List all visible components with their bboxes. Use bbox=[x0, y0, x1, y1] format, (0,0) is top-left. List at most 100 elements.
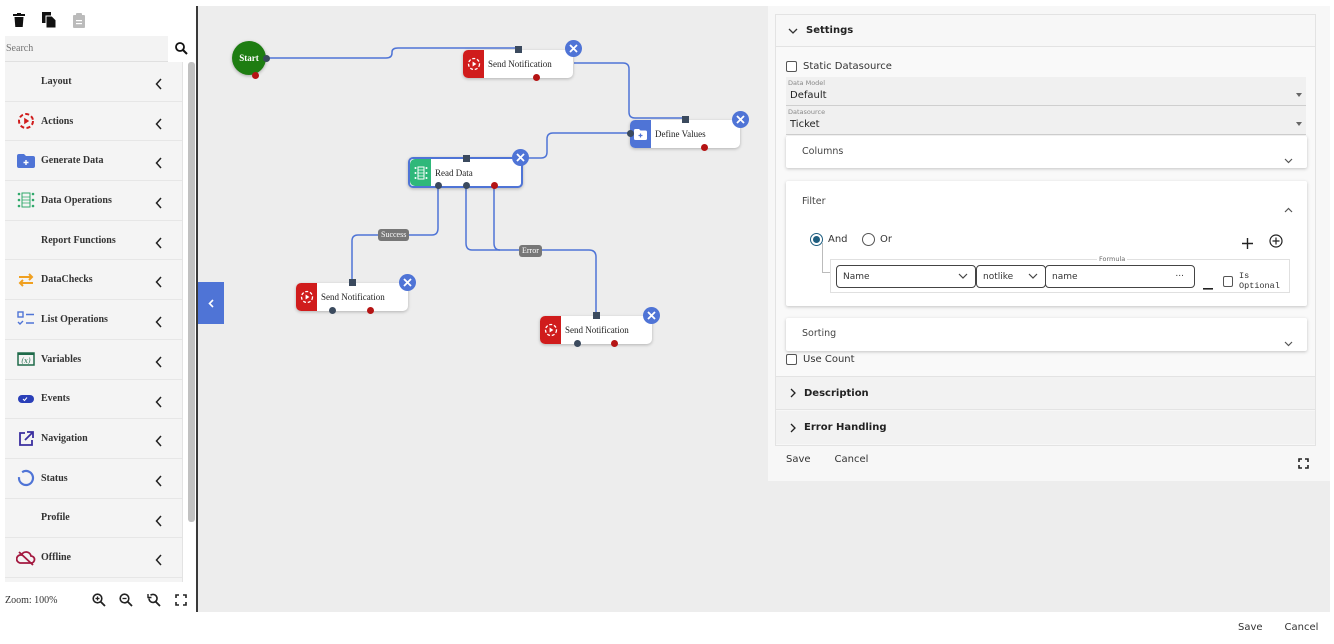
error-port[interactable] bbox=[611, 340, 618, 347]
category-offline[interactable]: Offline bbox=[5, 538, 182, 578]
category-label: Profile bbox=[41, 512, 70, 524]
zoom-in-icon[interactable] bbox=[85, 590, 112, 610]
category-datachecks[interactable]: DataChecks bbox=[5, 260, 182, 301]
chevron-up-icon[interactable] bbox=[1284, 198, 1293, 217]
node-send-notification-1[interactable]: Send Notification bbox=[463, 50, 573, 78]
use-count-checkbox[interactable]: Use Count bbox=[786, 354, 855, 365]
close-icon[interactable] bbox=[399, 274, 416, 291]
footer-cancel-button[interactable]: Cancel bbox=[1285, 622, 1319, 633]
category-navigation[interactable]: Navigation bbox=[5, 419, 182, 459]
columns-panel[interactable]: Columns bbox=[786, 136, 1307, 168]
panel-save-button[interactable]: Save bbox=[786, 454, 811, 465]
fit-to-screen-icon[interactable] bbox=[168, 590, 195, 610]
sorting-panel[interactable]: Sorting bbox=[786, 318, 1307, 351]
footer-save-button[interactable]: Save bbox=[1238, 622, 1263, 633]
node-define-values[interactable]: Define Values bbox=[630, 120, 740, 148]
palette-scrollbar[interactable] bbox=[188, 62, 195, 522]
chevron-left-icon[interactable] bbox=[155, 75, 162, 94]
chevron-left-icon[interactable] bbox=[155, 393, 162, 412]
collapse-palette-button[interactable] bbox=[198, 282, 224, 324]
trash-icon[interactable] bbox=[10, 10, 28, 30]
filter-condition-row: Name notlike Formula name ... Is Optiona… bbox=[830, 256, 1290, 294]
search-input[interactable] bbox=[5, 36, 168, 61]
filter-value-input[interactable]: name ... bbox=[1045, 265, 1195, 288]
description-header[interactable]: Description bbox=[776, 377, 1315, 410]
chevron-left-icon[interactable] bbox=[155, 551, 162, 570]
error-port[interactable] bbox=[367, 307, 374, 314]
input-port[interactable] bbox=[682, 116, 689, 123]
panel-cancel-button[interactable]: Cancel bbox=[835, 454, 869, 465]
chevron-left-icon[interactable] bbox=[155, 115, 162, 134]
start-node[interactable]: Start bbox=[232, 41, 266, 75]
input-port-left[interactable] bbox=[627, 130, 634, 137]
close-icon[interactable] bbox=[565, 40, 582, 57]
input-port[interactable] bbox=[463, 155, 470, 162]
error-port[interactable] bbox=[701, 144, 708, 151]
or-radio[interactable]: Or bbox=[862, 233, 892, 246]
zoom-reset-icon[interactable] bbox=[140, 590, 167, 610]
radio-or[interactable] bbox=[862, 233, 875, 246]
category-report-functions[interactable]: Report Functions bbox=[5, 221, 182, 261]
add-group-icon[interactable] bbox=[1269, 233, 1283, 252]
category-layout[interactable]: Layout bbox=[5, 62, 182, 102]
category-status[interactable]: Status bbox=[5, 459, 182, 499]
chevron-left-icon[interactable] bbox=[155, 353, 162, 372]
dropdown-arrow-icon bbox=[1296, 122, 1302, 126]
add-condition-icon[interactable] bbox=[1242, 234, 1253, 253]
output-port[interactable] bbox=[463, 182, 470, 189]
input-port[interactable] bbox=[515, 46, 522, 53]
output-port[interactable] bbox=[574, 340, 581, 347]
chevron-left-icon[interactable] bbox=[155, 472, 162, 491]
chevron-left-icon[interactable] bbox=[155, 512, 162, 531]
success-port[interactable] bbox=[435, 182, 442, 189]
dropdown-arrow-icon bbox=[1296, 93, 1302, 97]
more-options-icon[interactable]: ... bbox=[1175, 269, 1184, 279]
close-icon[interactable] bbox=[643, 307, 660, 324]
copy-icon[interactable] bbox=[40, 10, 58, 30]
error-port[interactable] bbox=[533, 74, 540, 81]
close-icon[interactable] bbox=[732, 111, 749, 128]
category-list-operations[interactable]: List Operations bbox=[5, 300, 182, 340]
output-port[interactable] bbox=[329, 307, 336, 314]
error-port[interactable] bbox=[491, 182, 498, 189]
chevron-left-icon[interactable] bbox=[155, 154, 162, 173]
category-actions[interactable]: Actions bbox=[5, 102, 182, 142]
remove-condition-icon[interactable] bbox=[1203, 275, 1213, 294]
chevron-left-icon[interactable] bbox=[155, 432, 162, 451]
category-data-operations[interactable]: Data Operations bbox=[5, 181, 182, 221]
search-icon[interactable] bbox=[175, 40, 188, 59]
chevron-down-icon bbox=[788, 28, 798, 34]
datasource-select[interactable]: Datasource Ticket bbox=[786, 106, 1306, 135]
chevron-left-icon[interactable] bbox=[155, 273, 162, 292]
is-optional-checkbox[interactable]: Is Optional bbox=[1223, 271, 1289, 291]
settings-header[interactable]: Settings bbox=[776, 15, 1315, 47]
category-profile[interactable]: Profile bbox=[5, 499, 182, 539]
category-generate-data[interactable]: Generate Data bbox=[5, 141, 182, 182]
checkbox-box[interactable] bbox=[786, 354, 797, 365]
category-variables[interactable]: (x) Variables bbox=[5, 340, 182, 380]
filter-operator-select[interactable]: notlike bbox=[976, 265, 1046, 288]
description-title: Description bbox=[804, 387, 869, 399]
clipboard-icon[interactable] bbox=[70, 10, 88, 30]
start-output-port[interactable] bbox=[263, 55, 270, 62]
zoom-out-icon[interactable] bbox=[113, 590, 140, 610]
input-port[interactable] bbox=[349, 279, 356, 286]
chevron-left-icon[interactable] bbox=[155, 313, 162, 332]
start-error-port[interactable] bbox=[252, 72, 259, 79]
error-handling-header[interactable]: Error Handling bbox=[776, 411, 1315, 444]
node-send-notification-3[interactable]: Send Notification bbox=[540, 316, 652, 344]
node-send-notification-2[interactable]: Send Notification bbox=[296, 283, 408, 311]
close-icon[interactable] bbox=[512, 149, 529, 166]
static-datasource-checkbox[interactable]: Static Datasource bbox=[786, 61, 892, 72]
filter-field-select[interactable]: Name bbox=[836, 265, 976, 288]
swap-arrows-icon bbox=[15, 269, 37, 291]
chevron-left-icon[interactable] bbox=[155, 234, 162, 253]
fullscreen-icon[interactable] bbox=[1298, 454, 1309, 473]
input-port[interactable] bbox=[593, 312, 600, 319]
checkbox-box[interactable] bbox=[786, 61, 797, 72]
category-events[interactable]: Events bbox=[5, 380, 182, 420]
data-model-select[interactable]: Data Model Default bbox=[786, 77, 1306, 106]
chevron-left-icon[interactable] bbox=[155, 194, 162, 213]
palette-toolbar bbox=[10, 10, 88, 30]
checkbox-box[interactable] bbox=[1223, 275, 1234, 287]
